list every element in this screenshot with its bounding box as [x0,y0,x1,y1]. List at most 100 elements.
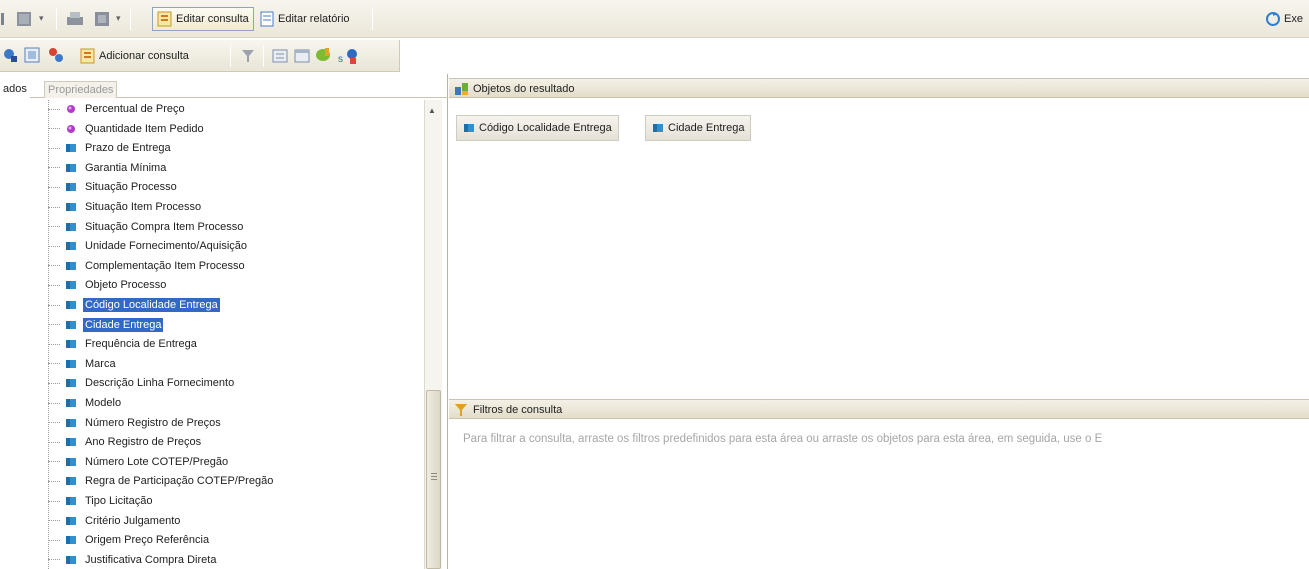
toolbar-edge-icon [1,13,4,25]
filter-icon[interactable] [240,48,256,64]
dimension-icon [64,553,78,567]
chevron-down-icon[interactable]: ▾ [116,13,121,24]
tree-item-label: Número Registro de Preços [85,416,221,429]
tree-item[interactable]: Situação Processo [48,178,179,196]
tree-item[interactable]: Situação Item Processo [48,198,203,216]
tab-data[interactable]: ados [0,81,30,98]
result-object-label: Código Localidade Entrega [479,122,612,134]
result-object-chip[interactable]: Código Localidade Entrega [456,115,619,141]
tree-connector [48,480,60,482]
chevron-down-icon[interactable]: ▾ [39,13,44,24]
tree-item[interactable]: Ano Registro de Preços [48,433,203,451]
tree-connector [48,382,60,384]
dimension-icon [64,259,78,273]
execute-label: Exe [1284,13,1303,25]
query-panel-icon[interactable] [47,46,65,64]
dimension-icon [64,376,78,390]
query-filters-header: Filtros de consulta [449,399,1309,419]
result-objects-panel: Objetos do resultado Código Localidade E… [449,74,1309,395]
tree-item-label: Número Lote COTEP/Pregão [85,455,229,468]
dimension-icon [64,278,78,292]
edit-query-button[interactable]: Editar consulta [152,7,254,31]
tree-item[interactable]: Justificativa Compra Direta [48,551,218,569]
dimension-icon [64,357,78,371]
tree-item[interactable]: Prazo de Entrega [48,139,173,157]
export-icon[interactable] [94,11,110,27]
tree-item-label: Percentual de Preço [85,103,185,115]
dimension-icon [64,239,78,253]
tree-item-label: Prazo de Entrega [85,142,171,155]
result-objects-title: Objetos do resultado [473,83,575,95]
tree-item[interactable]: Quantidade Item Pedido [48,120,206,138]
tree-item-label: Garantia Mínima [85,161,167,174]
tree-item[interactable]: Modelo [48,394,123,412]
outline-icon[interactable] [24,47,40,63]
scrollbar-grip-icon [431,473,437,481]
tree-item-label: Ano Registro de Preços [85,436,202,449]
tree-item-label: Descrição Linha Fornecimento [85,377,235,390]
tree-connector [48,324,60,326]
tree-item[interactable]: Objeto Processo [48,276,168,294]
print-icon[interactable] [66,11,84,27]
dimension-icon [464,124,474,132]
result-objects-header: Objetos do resultado [449,78,1309,98]
tree-item[interactable]: Origem Preço Referência [48,531,211,549]
tree-connector [48,265,60,267]
tree-connector [48,343,60,345]
tree-item[interactable]: Número Registro de Preços [48,414,223,432]
edit-report-button[interactable]: Editar relatório [255,7,354,31]
dimension-icon [64,455,78,469]
tree-item[interactable]: Marca [48,355,118,373]
tree-item[interactable]: Critério Julgamento [48,512,182,530]
tree-scrollbar[interactable]: ▲ [424,100,442,569]
tree-item-label: Quantidade Item Pedido [85,122,204,135]
format-icon[interactable] [314,46,332,64]
tree-connector [48,520,60,522]
query-filters-drop-hint[interactable]: Para filtrar a consulta, arraste os filt… [463,433,1309,445]
tree-item[interactable]: Percentual de Preço [48,100,187,118]
tree-item[interactable]: Descrição Linha Fornecimento [48,374,236,392]
tree-item-label: Regra de Participação COTEP/Pregão [85,475,274,488]
tree-item-label: Situação Processo [85,181,177,194]
scrollbar-thumb[interactable] [426,390,441,569]
tree-connector [48,304,60,306]
tree-item[interactable]: Situação Compra Item Processo [48,218,245,236]
tree-item[interactable]: Complementação Item Processo [48,257,247,275]
query-object-icon[interactable] [2,47,18,63]
tree-connector [48,186,60,188]
result-object-label: Cidade Entrega [668,122,745,134]
table-icon[interactable] [294,48,310,64]
add-query-label: Adicionar consulta [99,50,189,62]
toolbar-separator [372,8,373,30]
dimension-icon [64,514,78,528]
tree-item[interactable]: Frequência de Entrega [48,335,199,353]
svg-text:s: s [338,54,343,65]
edit-query-label: Editar consulta [176,13,249,25]
add-query-button[interactable]: Adicionar consulta [76,44,193,68]
tree-item[interactable]: Unidade Fornecimento/Aquisição [48,237,249,255]
main-toolbar: ▾ ▾ Editar consulta Editar relatório Exe [0,0,1309,38]
tree-item[interactable]: Número Lote COTEP/Pregão [48,453,230,471]
edit-query-icon [157,11,172,27]
tree-item[interactable]: Regra de Participação COTEP/Pregão [48,472,275,490]
sql-icon[interactable]: s [338,46,360,66]
tree-item[interactable]: Garantia Mínima [48,159,168,177]
sort-icon[interactable] [272,48,288,64]
tree-connector [48,559,60,561]
dimension-icon [653,124,663,132]
tree-item-label: Situação Item Processo [85,201,202,213]
tree-connector [48,147,60,149]
dimension-icon [64,533,78,547]
tree-item-label: Situação Compra Item Processo [85,220,244,233]
result-object-chip[interactable]: Cidade Entrega [645,115,752,141]
tree-item[interactable]: Tipo Licitação [48,492,154,510]
measure-icon [64,102,78,116]
execute-button[interactable]: Exe [1263,7,1305,31]
tree-item[interactable]: Cidade Entrega [48,316,164,334]
tree-connector [48,422,60,424]
tree-item-label: Unidade Fornecimento/Aquisição [85,240,248,253]
grid-icon[interactable] [16,11,32,27]
tab-properties[interactable]: Propriedades [44,81,118,98]
scroll-up-icon[interactable]: ▲ [428,106,436,115]
tree-item[interactable]: Código Localidade Entrega [48,296,220,314]
